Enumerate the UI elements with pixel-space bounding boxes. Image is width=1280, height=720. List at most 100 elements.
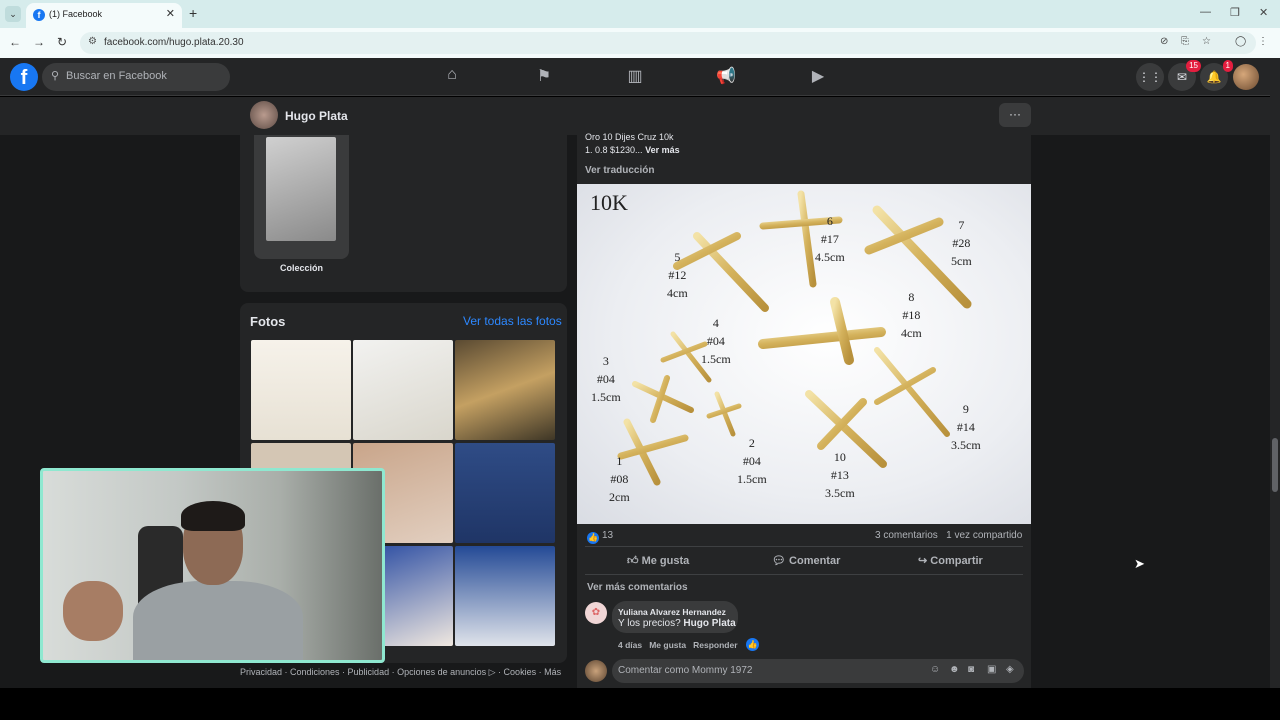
like-button[interactable]: 👍︎ Me gusta: [627, 554, 689, 567]
comment-mention[interactable]: Hugo Plata: [683, 618, 735, 629]
comment-button[interactable]: 💬︎ Comentar: [772, 554, 840, 567]
like-reaction-icon: 👍: [587, 532, 599, 544]
gif-icon[interactable]: ▣: [987, 664, 996, 675]
menu-dots-icon[interactable]: ⋮: [1258, 36, 1268, 47]
commenter-avatar[interactable]: ✿: [585, 602, 607, 624]
profile-name[interactable]: Hugo Plata: [285, 109, 348, 123]
restore-icon[interactable]: ❐: [1230, 6, 1240, 19]
facebook-favicon-icon: f: [33, 9, 45, 21]
comment-meta: 4 días Me gusta Responder: [618, 640, 738, 650]
emoji-icon[interactable]: ☻: [949, 664, 960, 675]
browser-tabbar: ⌄ f (1) Facebook ✕ + — ❐ ✕: [0, 0, 1280, 28]
messenger-icon[interactable]: ✉ 15: [1168, 60, 1201, 91]
account-avatar[interactable]: [1233, 64, 1259, 90]
image-label-7: 7 #28 5cm: [951, 218, 972, 268]
share-button[interactable]: ↪ Compartir: [918, 554, 983, 567]
url-text: facebook.com/hugo.plata.20.30: [104, 37, 244, 48]
install-icon[interactable]: ⎘: [1181, 36, 1189, 47]
image-label-2: 2 #04 1.5cm: [737, 436, 767, 486]
profile-icon[interactable]: ◯: [1235, 36, 1246, 47]
post-image[interactable]: 10K 5 #12 4cm 6 #17 4.5cm 7 #28 5cm 8 #1…: [577, 184, 1031, 524]
profile-more-button[interactable]: ···: [999, 103, 1031, 127]
scrollbar-thumb[interactable]: [1272, 438, 1278, 492]
avatar-sticker-icon[interactable]: ☺: [930, 664, 940, 675]
reactions-count[interactable]: 👍 13: [587, 530, 613, 544]
post-text: Oro 10 Dijes Cruz 10k 1. 0.8 $1230... Ve…: [585, 131, 680, 157]
image-label-5: 5 #12 4cm: [667, 250, 688, 300]
see-more-link[interactable]: Ver más: [645, 145, 680, 155]
address-bar-row: ← → ↻ ⚙ facebook.com/hugo.plata.20.30 ⊘ …: [0, 28, 1280, 58]
see-all-photos-link[interactable]: Ver todas las fotos: [463, 314, 562, 328]
comment-reply-link[interactable]: Responder: [693, 640, 737, 650]
divider: [585, 546, 1023, 547]
notifications-badge: 1: [1222, 60, 1233, 72]
post-text-line1: Oro 10 Dijes Cruz 10k: [585, 132, 674, 142]
image-label-9: 9 #14 3.5cm: [951, 402, 981, 452]
photo-thumbnail[interactable]: [455, 340, 555, 440]
search-placeholder: Buscar en Facebook: [66, 70, 167, 82]
site-info-icon[interactable]: ⚙: [88, 36, 97, 47]
like-button-label: Me gusta: [641, 555, 690, 567]
see-translation-link[interactable]: Ver traducción: [585, 165, 654, 176]
comment-input-placeholder: Comentar como Mommy 1972: [618, 665, 753, 676]
photo-thumbnail[interactable]: [251, 340, 351, 440]
search-input[interactable]: ⚲ Buscar en Facebook: [42, 63, 230, 91]
webcam-person-hair: [181, 501, 245, 531]
share-arrow-icon: ↪: [918, 555, 931, 567]
comment-bubble-icon: 💬︎: [772, 555, 790, 567]
camera-icon[interactable]: ◙: [968, 664, 974, 675]
profile-avatar[interactable]: [250, 101, 278, 129]
photos-title: Fotos: [250, 314, 286, 329]
new-tab-icon[interactable]: +: [189, 5, 197, 21]
comment-input[interactable]: Comentar como Mommy 1972 ☺ ☻ ◙ ▣ ◈: [612, 659, 1024, 683]
tab-search-icon[interactable]: ⌄: [5, 6, 21, 22]
url-field[interactable]: ⚙ facebook.com/hugo.plata.20.30 ⊘ ⎘ ☆ ◯ …: [80, 32, 1268, 54]
comment-time[interactable]: 4 días: [618, 640, 642, 650]
commenter-name[interactable]: Yuliana Alvarez Hernandez: [618, 607, 726, 617]
photo-thumbnail[interactable]: [455, 546, 555, 646]
search-icon: ⚲: [51, 70, 60, 82]
forward-icon[interactable]: →: [33, 35, 45, 49]
sticker-icon[interactable]: ◈: [1006, 664, 1014, 675]
pages-flag-icon[interactable]: ⚑: [532, 66, 556, 88]
webcam-person-body: [133, 581, 303, 660]
image-title: 10K: [590, 190, 628, 215]
footer-links[interactable]: Privacidad · Condiciones · Publicidad · …: [240, 667, 561, 678]
menu-grid-icon[interactable]: ⋮⋮: [1136, 63, 1164, 91]
tab-close-icon[interactable]: ✕: [166, 7, 175, 20]
browser-tab[interactable]: f (1) Facebook ✕: [26, 3, 182, 28]
webcam-overlay: [40, 468, 385, 663]
insights-icon[interactable]: ▥: [623, 66, 647, 88]
back-icon[interactable]: ←: [9, 35, 21, 49]
comment-like-reaction-icon: 👍: [746, 638, 759, 651]
home-icon[interactable]: ⌂: [440, 66, 464, 88]
ads-megaphone-icon[interactable]: 📢: [714, 66, 738, 88]
messenger-badge: 15: [1186, 60, 1201, 72]
see-more-comments-link[interactable]: Ver más comentarios: [587, 582, 688, 593]
close-window-icon[interactable]: ✕: [1259, 6, 1268, 19]
likes-number: 13: [602, 530, 614, 541]
minimize-icon[interactable]: —: [1200, 6, 1211, 18]
collection-label[interactable]: Colección: [254, 263, 349, 273]
bookmark-star-icon[interactable]: ☆: [1202, 36, 1211, 47]
comment-text: Y los precios? Hugo Plata: [618, 618, 736, 629]
share-button-label: Compartir: [930, 555, 983, 567]
reload-icon[interactable]: ↻: [57, 35, 67, 49]
notifications-bell-icon[interactable]: 🔔 1: [1200, 60, 1233, 91]
shares-count[interactable]: 1 vez compartido: [946, 530, 1022, 541]
page-scrollbar[interactable]: [1270, 58, 1280, 688]
eye-off-icon[interactable]: ⊘: [1160, 36, 1168, 47]
comments-count[interactable]: 3 comentarios: [875, 530, 938, 541]
thumbs-up-icon: 👍︎: [627, 555, 642, 567]
comment-like-link[interactable]: Me gusta: [649, 640, 686, 650]
photo-thumbnail[interactable]: [353, 340, 453, 440]
facebook-logo-icon[interactable]: f: [10, 63, 38, 91]
photo-thumbnail[interactable]: [455, 443, 555, 543]
profile-sticky-header: [0, 97, 1270, 135]
collection-image: [266, 137, 336, 241]
image-label-1: 1 #08 2cm: [609, 454, 630, 504]
my-avatar[interactable]: [585, 660, 607, 682]
comment-button-label: Comentar: [789, 555, 841, 567]
image-label-3: 3 #04 1.5cm: [591, 354, 621, 404]
video-icon[interactable]: ▶: [806, 66, 830, 88]
